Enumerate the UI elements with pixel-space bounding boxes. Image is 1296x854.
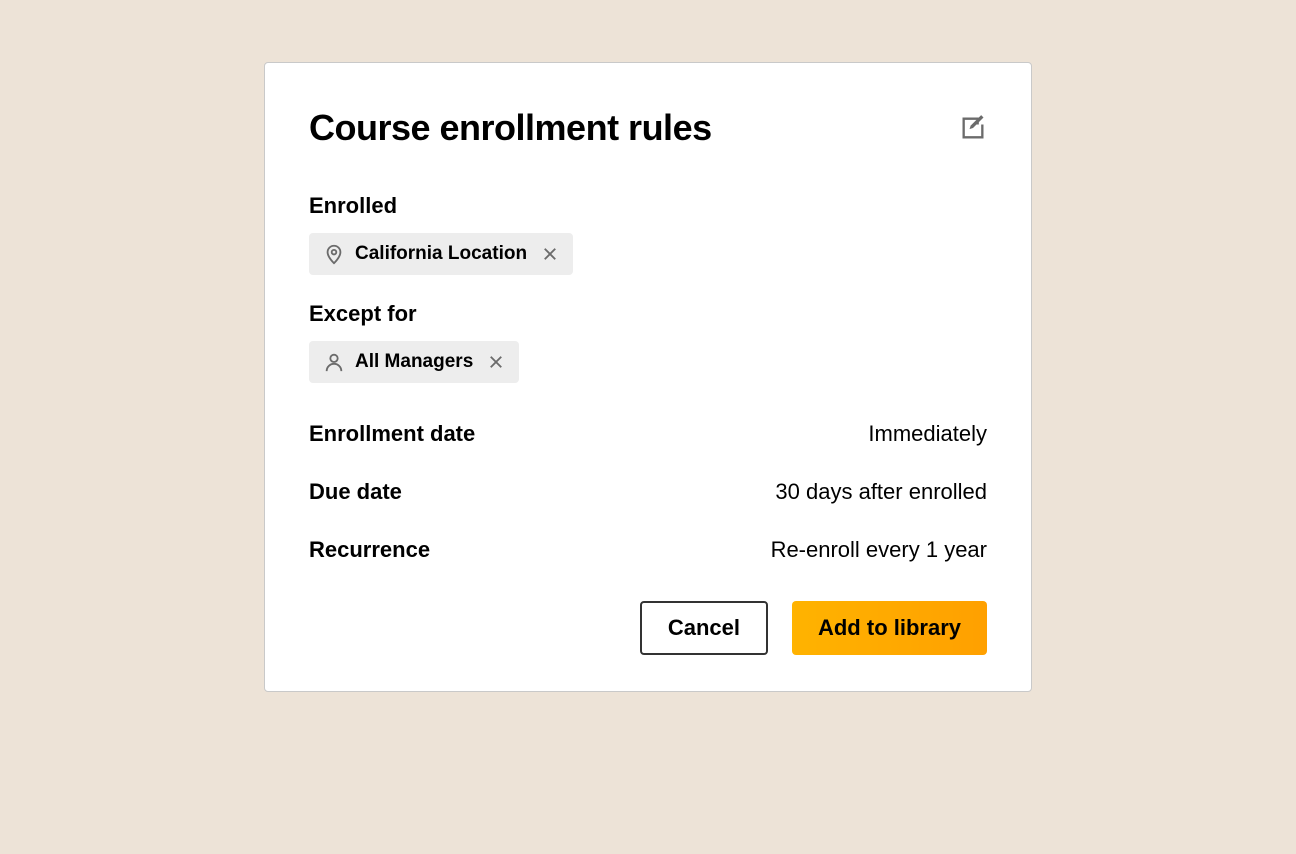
- due-date-label: Due date: [309, 479, 402, 505]
- close-icon[interactable]: [487, 353, 505, 371]
- enrolled-label: Enrolled: [309, 193, 987, 219]
- except-section: Except for All Managers: [309, 301, 987, 383]
- enrolled-chip[interactable]: California Location: [309, 233, 573, 275]
- recurrence-value: Re-enroll every 1 year: [771, 537, 987, 563]
- cancel-button[interactable]: Cancel: [640, 601, 768, 655]
- enrolled-chip-label: California Location: [355, 243, 527, 265]
- close-icon[interactable]: [541, 245, 559, 263]
- recurrence-row: Recurrence Re-enroll every 1 year: [309, 537, 987, 563]
- card-header: Course enrollment rules: [309, 107, 987, 149]
- enrollment-date-label: Enrollment date: [309, 421, 475, 447]
- person-icon: [323, 351, 345, 373]
- recurrence-label: Recurrence: [309, 537, 430, 563]
- enrolled-section: Enrolled California Location: [309, 193, 987, 275]
- except-label: Except for: [309, 301, 987, 327]
- location-pin-icon: [323, 243, 345, 265]
- actions-bar: Cancel Add to library: [309, 601, 987, 655]
- except-chip-label: All Managers: [355, 351, 473, 373]
- due-date-value: 30 days after enrolled: [775, 479, 987, 505]
- enrollment-date-value: Immediately: [868, 421, 987, 447]
- add-to-library-button[interactable]: Add to library: [792, 601, 987, 655]
- edit-icon[interactable]: [959, 114, 987, 142]
- except-chip[interactable]: All Managers: [309, 341, 519, 383]
- enrollment-rules-card: Course enrollment rules Enrolled Califor…: [264, 62, 1032, 692]
- details-rows: Enrollment date Immediately Due date 30 …: [309, 421, 987, 563]
- due-date-row: Due date 30 days after enrolled: [309, 479, 987, 505]
- enrollment-date-row: Enrollment date Immediately: [309, 421, 987, 447]
- card-title: Course enrollment rules: [309, 107, 712, 149]
